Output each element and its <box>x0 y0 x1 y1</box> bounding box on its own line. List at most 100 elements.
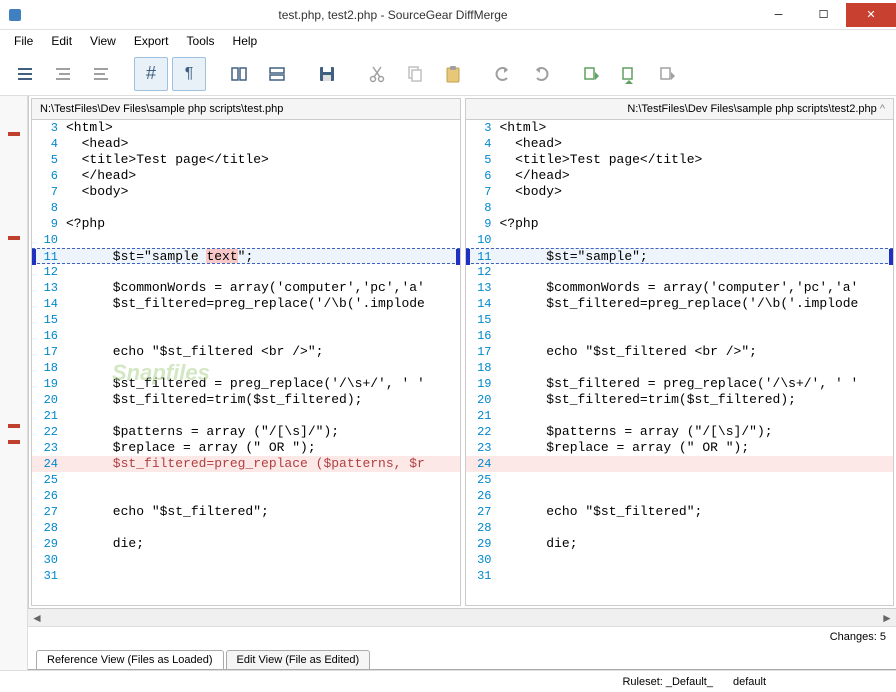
code-line[interactable]: 10 <box>466 232 894 248</box>
align-dedent-button[interactable] <box>84 57 118 91</box>
minimize-button[interactable]: ─ <box>756 3 801 27</box>
code-line[interactable]: 14 $st_filtered=preg_replace('/\b('.impl… <box>466 296 894 312</box>
menu-export[interactable]: Export <box>126 32 177 50</box>
right-code[interactable]: 3<html>4 <head>5 <title>Test page</title… <box>466 120 894 605</box>
code-line[interactable]: 7 <body> <box>466 184 894 200</box>
code-line[interactable]: 24 <box>466 456 894 472</box>
code-line[interactable]: 20 $st_filtered=trim($st_filtered); <box>32 392 460 408</box>
diff-area: N:\TestFiles\Dev Files\sample php script… <box>28 96 896 608</box>
code-line[interactable]: 16 <box>466 328 894 344</box>
save-button[interactable] <box>310 57 344 91</box>
code-line[interactable]: 19 $st_filtered = preg_replace('/\s+/', … <box>466 376 894 392</box>
code-line[interactable]: 20 $st_filtered=trim($st_filtered); <box>466 392 894 408</box>
nav-first-button[interactable] <box>574 57 608 91</box>
code-line[interactable]: 27 echo "$st_filtered"; <box>466 504 894 520</box>
menu-help[interactable]: Help <box>225 32 266 50</box>
menu-view[interactable]: View <box>82 32 124 50</box>
code-line[interactable]: 21 <box>466 408 894 424</box>
code-line[interactable]: 21 <box>32 408 460 424</box>
paste-button[interactable] <box>436 57 470 91</box>
code-line[interactable]: 9<?php <box>466 216 894 232</box>
close-button[interactable]: ✕ <box>846 3 896 27</box>
menu-tools[interactable]: Tools <box>179 32 223 50</box>
code-line[interactable]: 10 <box>32 232 460 248</box>
code-line[interactable]: 25 <box>466 472 894 488</box>
code-line[interactable]: 17 echo "$st_filtered <br />"; <box>32 344 460 360</box>
code-line[interactable]: 31 <box>466 568 894 584</box>
maximize-button[interactable]: ☐ <box>801 3 846 27</box>
scroll-right-button[interactable]: ► <box>878 610 896 626</box>
code-line[interactable]: 14 $st_filtered=preg_replace('/\b('.impl… <box>32 296 460 312</box>
code-line[interactable]: 28 <box>466 520 894 536</box>
code-line[interactable]: 3<html> <box>466 120 894 136</box>
code-line[interactable]: 16 <box>32 328 460 344</box>
pilcrow-button[interactable]: ¶ <box>172 57 206 91</box>
gutter-diff-mark[interactable] <box>8 424 20 428</box>
code-line[interactable]: 23 $replace = array (" OR "); <box>32 440 460 456</box>
split-vertical-button[interactable] <box>260 57 294 91</box>
redo-button[interactable] <box>524 57 558 91</box>
cut-button[interactable] <box>360 57 394 91</box>
menubar: FileEditViewExportToolsHelp <box>0 30 896 52</box>
code-line[interactable]: 13 $commonWords = array('computer','pc',… <box>32 280 460 296</box>
nav-next-button[interactable] <box>612 57 646 91</box>
left-code[interactable]: Snapfiles 3<html>4 <head>5 <title>Test p… <box>32 120 460 605</box>
window-controls: ─ ☐ ✕ <box>756 3 896 27</box>
undo-button[interactable] <box>486 57 520 91</box>
code-line[interactable]: 22 $patterns = array ("/[\s]/"); <box>32 424 460 440</box>
code-line[interactable]: 23 $replace = array (" OR "); <box>466 440 894 456</box>
code-line[interactable]: 31 <box>32 568 460 584</box>
code-line[interactable]: 3<html> <box>32 120 460 136</box>
code-line[interactable]: 6 </head> <box>466 168 894 184</box>
code-line[interactable]: 24 $st_filtered=preg_replace ($patterns,… <box>32 456 460 472</box>
code-line[interactable]: 29 die; <box>32 536 460 552</box>
overview-gutter[interactable] <box>0 96 28 670</box>
code-line[interactable]: 6 </head> <box>32 168 460 184</box>
menu-edit[interactable]: Edit <box>43 32 80 50</box>
code-line[interactable]: 18 <box>466 360 894 376</box>
code-line[interactable]: 8 <box>466 200 894 216</box>
code-line[interactable]: 11 $st="sample"; <box>466 248 894 264</box>
code-line[interactable]: 9<?php <box>32 216 460 232</box>
horizontal-scrollbar[interactable]: ◄ ► <box>28 608 896 626</box>
copy-button[interactable] <box>398 57 432 91</box>
code-line[interactable]: 30 <box>466 552 894 568</box>
code-line[interactable]: 28 <box>32 520 460 536</box>
code-line[interactable]: 30 <box>32 552 460 568</box>
code-line[interactable]: 26 <box>32 488 460 504</box>
code-line[interactable]: 8 <box>32 200 460 216</box>
code-line[interactable]: 18 <box>32 360 460 376</box>
code-line[interactable]: 4 <head> <box>32 136 460 152</box>
split-horizontal-button[interactable] <box>222 57 256 91</box>
align-left-button[interactable] <box>8 57 42 91</box>
changes-bar: Changes: 5 <box>28 626 896 646</box>
menu-file[interactable]: File <box>6 32 41 50</box>
code-line[interactable]: 5 <title>Test page</title> <box>466 152 894 168</box>
code-line[interactable]: 15 <box>32 312 460 328</box>
code-line[interactable]: 26 <box>466 488 894 504</box>
align-indent-button[interactable] <box>46 57 80 91</box>
gutter-diff-mark[interactable] <box>8 440 20 444</box>
gutter-diff-mark[interactable] <box>8 236 20 240</box>
hash-button[interactable]: # <box>134 57 168 91</box>
code-line[interactable]: 27 echo "$st_filtered"; <box>32 504 460 520</box>
status-bar: Ruleset: _Default_ default <box>0 670 896 692</box>
code-line[interactable]: 4 <head> <box>466 136 894 152</box>
nav-prev-button[interactable] <box>650 57 684 91</box>
code-line[interactable]: 15 <box>466 312 894 328</box>
code-line[interactable]: 7 <body> <box>32 184 460 200</box>
code-line[interactable]: 17 echo "$st_filtered <br />"; <box>466 344 894 360</box>
gutter-diff-mark[interactable] <box>8 132 20 136</box>
code-line[interactable]: 25 <box>32 472 460 488</box>
code-line[interactable]: 11 $st="sample text"; <box>32 248 460 264</box>
code-line[interactable]: 13 $commonWords = array('computer','pc',… <box>466 280 894 296</box>
code-line[interactable]: 22 $patterns = array ("/[\s]/"); <box>466 424 894 440</box>
code-line[interactable]: 12 <box>466 264 894 280</box>
scroll-left-button[interactable]: ◄ <box>28 610 46 626</box>
code-line[interactable]: 12 <box>32 264 460 280</box>
code-line[interactable]: 19 $st_filtered = preg_replace('/\s+/', … <box>32 376 460 392</box>
code-line[interactable]: 5 <title>Test page</title> <box>32 152 460 168</box>
tab-edit-view[interactable]: Edit View (File as Edited) <box>226 650 371 669</box>
code-line[interactable]: 29 die; <box>466 536 894 552</box>
tab-reference-view[interactable]: Reference View (Files as Loaded) <box>36 650 224 669</box>
